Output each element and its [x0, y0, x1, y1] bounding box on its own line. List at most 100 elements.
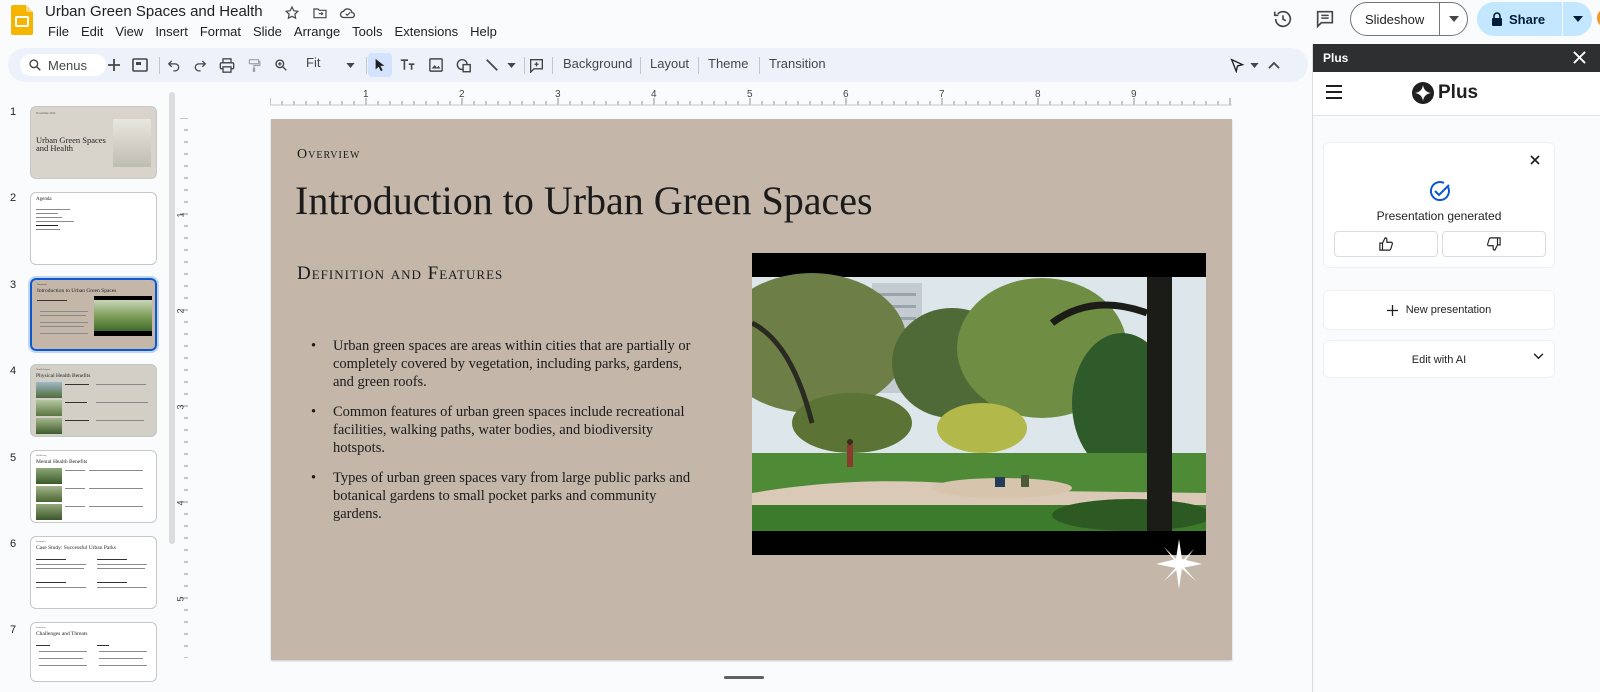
- vertical-ruler[interactable]: 1 2 3 4 5: [176, 118, 190, 658]
- mini-text-line: [89, 506, 143, 507]
- slide-overline[interactable]: Overview: [297, 147, 360, 163]
- toolbar-divider: [524, 57, 525, 74]
- insert-image-icon[interactable]: [426, 55, 446, 75]
- menu-tools[interactable]: Tools: [346, 24, 388, 40]
- undo-icon[interactable]: [164, 55, 184, 75]
- lock-icon: [1492, 12, 1502, 26]
- mini-title: Mental Health Benefits: [36, 459, 88, 465]
- cloud-saved-icon[interactable]: [338, 3, 358, 23]
- search-icon: [29, 59, 41, 71]
- select-cursor-icon[interactable]: [370, 55, 390, 75]
- speaker-notes-drag-handle[interactable]: [724, 676, 764, 679]
- hamburger-menu-icon[interactable]: [1326, 85, 1342, 99]
- paint-format-icon[interactable]: [244, 55, 264, 75]
- background-button[interactable]: Background: [563, 56, 632, 71]
- new-presentation-button[interactable]: New presentation: [1323, 290, 1555, 330]
- add-comment-icon[interactable]: [526, 55, 546, 75]
- mini-text-line: [97, 645, 109, 646]
- slide-thumbnail-2[interactable]: Agenda: [30, 192, 157, 265]
- slideshow-dropdown-icon[interactable]: [1440, 16, 1467, 22]
- thumbs-up-button[interactable]: [1334, 231, 1438, 257]
- mini-title: Introduction to Urban Green Spaces: [37, 288, 117, 294]
- slide-body-text[interactable]: Urban green spaces are areas within citi…: [311, 337, 701, 535]
- layout-button[interactable]: Layout: [650, 56, 689, 71]
- filmstrip-scrollbar[interactable]: [169, 92, 175, 544]
- comments-icon[interactable]: [1314, 8, 1336, 30]
- share-main[interactable]: Share: [1477, 12, 1562, 27]
- mini-text-line: [40, 315, 86, 316]
- mini-text-line: [65, 420, 89, 421]
- transition-button[interactable]: Transition: [769, 56, 826, 71]
- horizontal-ruler[interactable]: 1 2 3 4 5 6 7 8 9: [270, 88, 1232, 106]
- slide-thumbnail-5[interactable]: Wellbeing Mental Health Benefits: [30, 450, 157, 523]
- star-icon[interactable]: [282, 3, 302, 23]
- share-button[interactable]: Share: [1477, 2, 1592, 36]
- share-dropdown-icon[interactable]: [1563, 16, 1592, 22]
- menu-help[interactable]: Help: [464, 24, 503, 40]
- mini-text-line: [39, 651, 87, 652]
- menu-view[interactable]: View: [109, 24, 149, 40]
- mini-title: Agenda: [36, 197, 52, 202]
- thumbs-down-button[interactable]: [1442, 231, 1546, 257]
- ruler-mark: 6: [843, 89, 849, 100]
- shape-icon[interactable]: [454, 55, 474, 75]
- slide-thumbnail-6[interactable]: Examples Case Study: Successful Urban Pa…: [30, 536, 157, 609]
- new-slide-icon[interactable]: [104, 55, 124, 75]
- redo-icon[interactable]: [190, 55, 210, 75]
- pointer-dropdown-icon[interactable]: [1244, 55, 1264, 75]
- slide-thumbnail-4[interactable]: Health Impact Physical Health Benefits: [30, 364, 157, 437]
- menu-slide[interactable]: Slide: [247, 24, 288, 40]
- mini-image: [36, 486, 62, 502]
- slide-thumbnail-7[interactable]: Concerns Challenges and Threats: [30, 622, 157, 682]
- mini-text-line: [65, 402, 87, 403]
- mini-text-line: [97, 587, 147, 588]
- zoom-dropdown-icon[interactable]: [340, 55, 360, 75]
- slide-thumbnail-3-selected[interactable]: Overview Introduction to Urban Green Spa…: [28, 276, 159, 353]
- slide-number: 6: [10, 538, 17, 550]
- zoom-icon[interactable]: [271, 55, 291, 75]
- bullet-item[interactable]: Types of urban green spaces vary from la…: [311, 469, 701, 523]
- mini-text-line: [40, 311, 88, 312]
- slide-number: 7: [10, 624, 17, 636]
- line-dropdown-icon[interactable]: [501, 55, 521, 75]
- bullet-item[interactable]: Common features of urban green spaces in…: [311, 403, 701, 457]
- menu-insert[interactable]: Insert: [149, 24, 194, 40]
- menu-extensions[interactable]: Extensions: [389, 24, 465, 40]
- mini-text-line: [36, 209, 70, 210]
- bullet-item[interactable]: Urban green spaces are areas within citi…: [311, 337, 701, 391]
- menu-arrange[interactable]: Arrange: [288, 24, 346, 40]
- move-folder-icon[interactable]: [310, 3, 330, 23]
- menu-edit[interactable]: Edit: [75, 24, 109, 40]
- mini-text-line: [97, 559, 127, 560]
- plus-logo-icon: [1412, 82, 1434, 104]
- edit-with-ai-dropdown[interactable]: Edit with AI: [1323, 340, 1555, 378]
- slide-layout-icon[interactable]: [130, 55, 150, 75]
- zoom-select-value[interactable]: Fit: [306, 55, 320, 70]
- slides-logo-icon[interactable]: [11, 5, 33, 35]
- slide-subtitle[interactable]: Definition and Features: [297, 263, 503, 285]
- slide-thumbnail-1[interactable]: November 2024 Urban Green Spaces and Hea…: [30, 106, 157, 179]
- slideshow-label: Slideshow: [1365, 11, 1425, 27]
- slide-title[interactable]: Introduction to Urban Green Spaces: [295, 177, 873, 224]
- document-title[interactable]: Urban Green Spaces and Health: [45, 3, 263, 20]
- theme-button[interactable]: Theme: [708, 56, 748, 71]
- slideshow-button[interactable]: Slideshow: [1350, 2, 1468, 36]
- dismiss-card-icon[interactable]: [1530, 155, 1540, 165]
- mini-overline: Wellbeing: [36, 454, 47, 457]
- menu-file[interactable]: File: [42, 24, 75, 40]
- text-box-icon[interactable]: [398, 55, 418, 75]
- menu-format[interactable]: Format: [194, 24, 247, 40]
- mini-image: [36, 382, 62, 398]
- print-icon[interactable]: [217, 55, 237, 75]
- current-slide[interactable]: Overview Introduction to Urban Green Spa…: [271, 119, 1232, 660]
- mini-image: [36, 468, 62, 484]
- status-text: Presentation generated: [1376, 209, 1502, 223]
- line-icon[interactable]: [482, 55, 502, 75]
- mini-image: [36, 400, 62, 416]
- version-history-icon[interactable]: [1272, 8, 1294, 30]
- collapse-toolbar-icon[interactable]: [1264, 55, 1284, 75]
- close-panel-icon[interactable]: [1573, 51, 1586, 64]
- mini-text-line: [36, 559, 66, 560]
- park-photo[interactable]: [752, 253, 1206, 555]
- menus-search[interactable]: Menus: [20, 54, 106, 76]
